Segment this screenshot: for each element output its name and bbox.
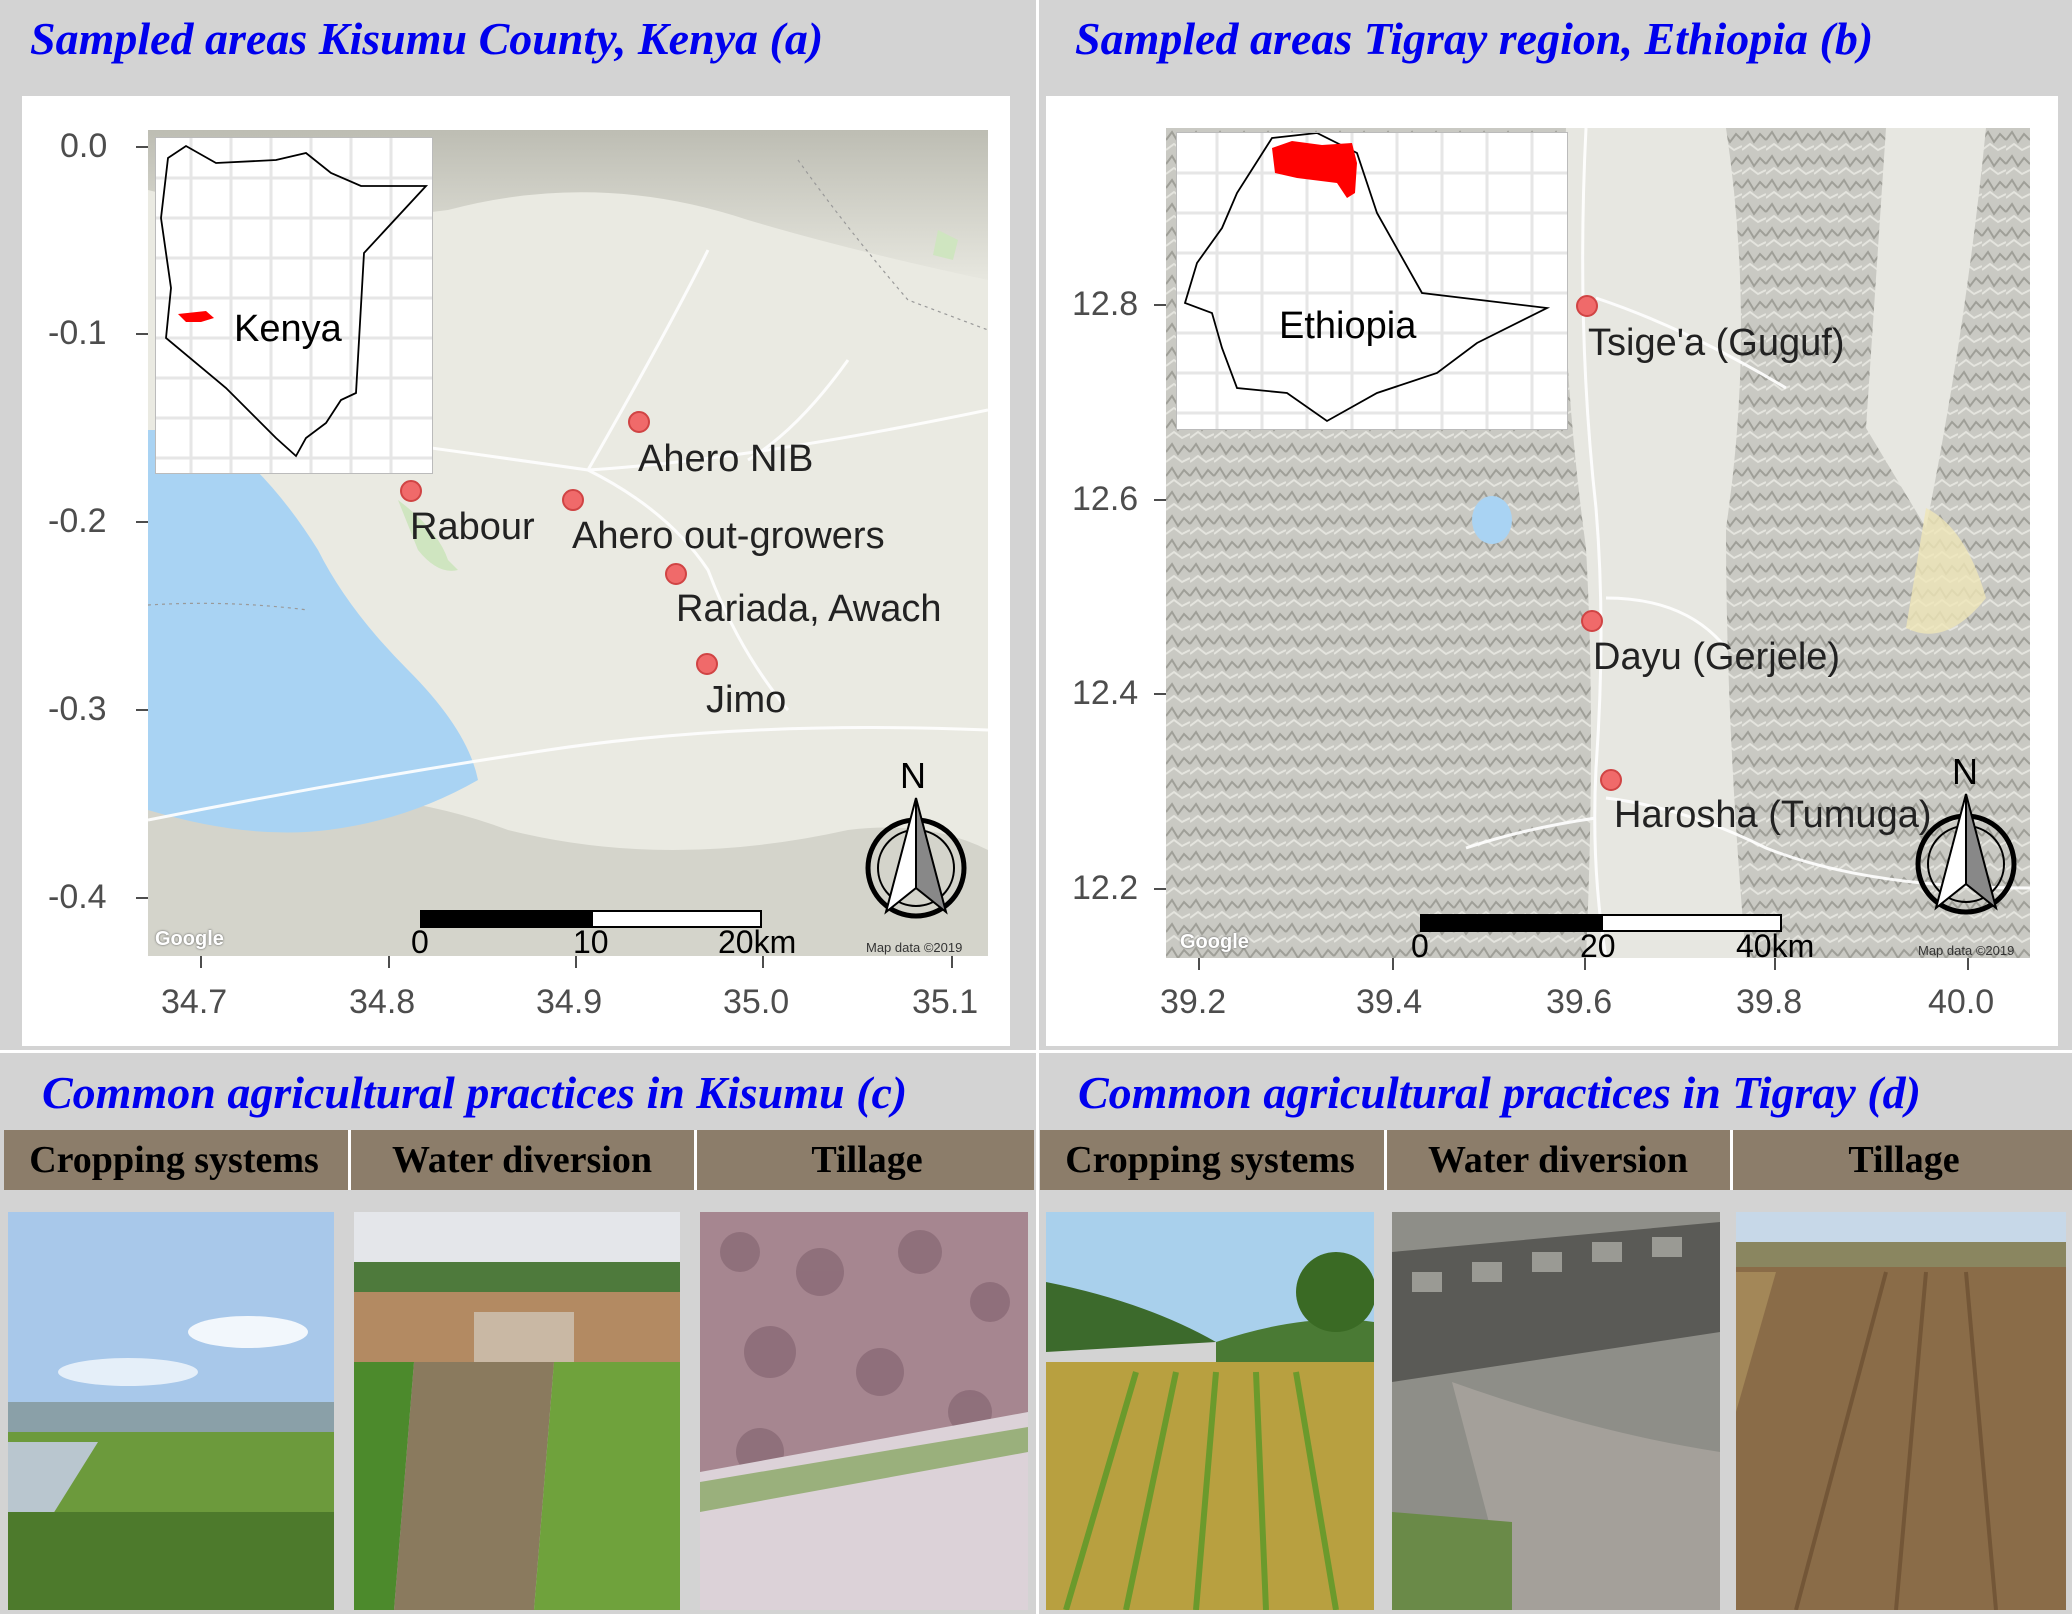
site-point-ahero-nib[interactable] (628, 411, 650, 433)
panel-c-header-water: Water diversion (348, 1130, 693, 1190)
north-arrow-icon (865, 797, 967, 919)
y-tick-b-2: 12.4 (1072, 674, 1139, 712)
y-tick-a-0: 0.0 (60, 127, 108, 165)
ethiopia-inset-label: Ethiopia (1279, 305, 1417, 347)
x-tick-mark-b-1 (1392, 958, 1394, 970)
photo-kisumu-tillage (700, 1212, 1028, 1610)
y-tick-b-3: 12.2 (1072, 869, 1139, 907)
photo-tigray-water-diversion (1392, 1212, 1720, 1610)
kenya-inset-map: Kenya (155, 137, 433, 474)
site-label-rabour: Rabour (410, 506, 535, 548)
site-label-tsigea: Tsige'a (Guguf) (1588, 322, 1845, 364)
y-tick-mark-a-2 (136, 521, 148, 523)
x-tick-mark-a-3 (762, 956, 764, 968)
y-tick-mark-b-1 (1154, 499, 1166, 501)
google-logo-a: Google (155, 928, 224, 950)
site-point-rabour[interactable] (400, 480, 422, 502)
site-point-rariada-awach[interactable] (665, 563, 687, 585)
map-attribution-b: Map data ©2019 (1918, 943, 2015, 958)
panel-c-header-cropping: Cropping systems (29, 1139, 319, 1181)
y-tick-mark-a-4 (136, 897, 148, 899)
ethiopia-outline (1177, 133, 1567, 429)
x-tick-a-4: 35.1 (912, 983, 979, 1021)
y-tick-mark-b-3 (1154, 888, 1166, 890)
y-tick-a-4: -0.4 (48, 878, 107, 916)
site-label-dayu: Dayu (Gerjele) (1593, 636, 1841, 678)
kenya-outline (156, 138, 432, 473)
panel-b-title: Sampled areas Tigray region, Ethiopia (b… (1075, 13, 1874, 64)
x-tick-b-3: 39.8 (1736, 983, 1803, 1021)
x-tick-b-1: 39.4 (1356, 983, 1423, 1021)
panel-d-header-water: Water diversion (1384, 1130, 1729, 1190)
x-tick-mark-b-4 (1967, 958, 1969, 970)
y-tick-mark-a-1 (136, 333, 148, 335)
panel-c-header-tillage: Tillage (694, 1130, 1037, 1190)
y-tick-mark-b-2 (1154, 693, 1166, 695)
x-tick-b-0: 39.2 (1160, 983, 1227, 1021)
x-tick-mark-a-0 (200, 956, 202, 968)
photo-kisumu-cropping-systems (8, 1212, 334, 1610)
panel-d-header-tillage: Tillage (1730, 1130, 2072, 1190)
x-tick-b-4: 40.0 (1928, 983, 1995, 1021)
site-label-jimo: Jimo (706, 679, 787, 721)
site-point-ahero-out-growers[interactable] (562, 489, 584, 511)
y-tick-mark-a-3 (136, 709, 148, 711)
site-point-tsigea[interactable] (1576, 295, 1598, 317)
google-logo-b: Google (1180, 931, 1249, 953)
photo-tigray-cropping-systems (1046, 1212, 1374, 1610)
x-tick-mark-b-0 (1198, 958, 1200, 970)
scale-label-a-0: 0 (411, 924, 429, 960)
x-tick-a-0: 34.7 (161, 983, 228, 1021)
top-divider (1036, 0, 1039, 1050)
panel-d-title: Common agricultural practices in Tigray … (1078, 1067, 1921, 1118)
y-tick-a-1: -0.1 (48, 314, 107, 352)
photo-kisumu-water-diversion (354, 1212, 680, 1610)
kenya-inset-label: Kenya (234, 308, 342, 350)
x-tick-mark-b-3 (1774, 958, 1776, 970)
site-point-jimo[interactable] (696, 653, 718, 675)
y-tick-a-3: -0.3 (48, 690, 107, 728)
y-tick-a-2: -0.2 (48, 502, 107, 540)
x-tick-mark-a-4 (951, 956, 953, 968)
y-tick-mark-b-0 (1154, 304, 1166, 306)
site-label-ahero-out-growers: Ahero out-growers (572, 515, 885, 557)
y-tick-b-1: 12.6 (1072, 480, 1139, 518)
north-arrow-icon (1915, 793, 2017, 915)
ethiopia-inset-map: Ethiopia (1176, 132, 1568, 430)
scale-label-a-2: 20km (718, 924, 797, 960)
site-point-harosha[interactable] (1600, 769, 1622, 791)
x-tick-a-3: 35.0 (723, 983, 790, 1021)
panel-d-header-row: Cropping systems Water diversion Tillage (1040, 1130, 2072, 1190)
panel-d-header-cropping: Cropping systems (1065, 1139, 1355, 1181)
site-label-ahero-nib: Ahero NIB (638, 438, 814, 480)
panel-c-header-row: Cropping systems Water diversion Tillage (4, 1130, 1034, 1190)
x-tick-mark-a-2 (575, 956, 577, 968)
x-tick-a-1: 34.8 (349, 983, 416, 1021)
x-tick-b-2: 39.6 (1546, 983, 1613, 1021)
panel-a-title: Sampled areas Kisumu County, Kenya (a) (30, 13, 824, 64)
map-attribution-a: Map data ©2019 (866, 940, 963, 955)
panel-c-title: Common agricultural practices in Kisumu … (42, 1067, 908, 1118)
site-label-harosha: Harosha (Tumuga) (1614, 794, 1932, 836)
scale-label-a-1: 10 (573, 924, 609, 960)
x-tick-a-2: 34.9 (536, 983, 603, 1021)
y-tick-mark-a-0 (136, 146, 148, 148)
site-point-dayu[interactable] (1581, 610, 1603, 632)
x-tick-mark-a-1 (388, 956, 390, 968)
photo-tigray-tillage (1736, 1212, 2066, 1610)
site-label-rariada-awach: Rariada, Awach (676, 588, 942, 630)
scale-label-b-0: 0 (1411, 928, 1429, 964)
x-tick-mark-b-2 (1584, 958, 1586, 970)
bottom-divider (1036, 1053, 1039, 1614)
y-tick-b-0: 12.8 (1072, 285, 1139, 323)
